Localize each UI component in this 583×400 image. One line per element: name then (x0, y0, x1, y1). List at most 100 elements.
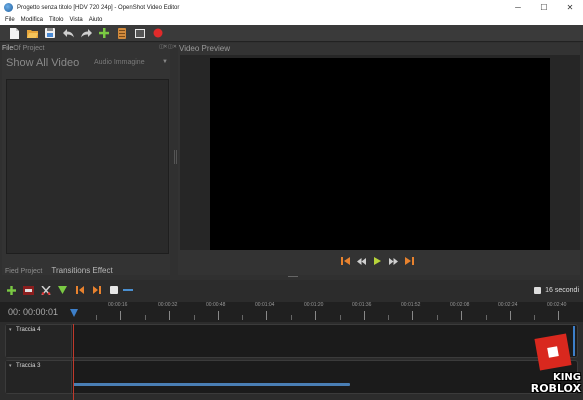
ruler-tick-label: 00:02:40 (547, 302, 567, 308)
center-playhead-icon[interactable] (108, 285, 119, 296)
left-panel-tabs: Fied Project Transitions Effect (2, 261, 119, 275)
panel-float-close-icon[interactable]: ◫✕ (168, 44, 177, 50)
play-icon[interactable] (372, 256, 382, 266)
files-panel-subtitle: Of Project (13, 44, 45, 52)
menu-aiuto[interactable]: Aiuto (89, 17, 103, 23)
video-preview-panel: ◫✕ Video Preview (168, 43, 580, 275)
timeline-scrollbar[interactable] (73, 383, 350, 386)
new-project-icon[interactable] (8, 27, 20, 39)
openshot-logo-icon (4, 3, 13, 12)
ruler-tick (412, 311, 413, 320)
chevron-down-icon[interactable]: ▼ (162, 59, 168, 65)
track-name: Traccia 4 (16, 327, 41, 333)
ruler-tick-label: 00:02:24 (498, 302, 518, 308)
ruler-tick-label: 00:00:48 (206, 302, 226, 308)
next-marker-icon[interactable] (91, 285, 102, 296)
filter-show-all[interactable]: Show All Video (6, 57, 79, 69)
menu-file[interactable]: File (5, 17, 15, 23)
main-toolbar (0, 25, 583, 42)
zoom-checkbox[interactable] (534, 287, 542, 294)
undo-icon[interactable] (62, 27, 74, 39)
timeline-toolbar: 16 secondi (0, 282, 583, 298)
export-video-icon[interactable] (152, 27, 164, 39)
jump-start-icon[interactable] (340, 256, 350, 266)
timecode-display: 00: 00:00:01 (8, 307, 59, 317)
zoom-slider[interactable] (123, 289, 133, 291)
timeline-panel: 16 secondi 00: 00:00:01 00:00:16 00:00:3… (0, 280, 583, 400)
open-project-icon[interactable] (26, 27, 38, 39)
ruler-tick-label: 00:01:36 (352, 302, 372, 308)
ruler-minor-tick (194, 315, 195, 320)
files-panel-header: FileOf Project ◫✕ (2, 43, 170, 53)
ruler-minor-tick (145, 315, 146, 320)
files-list-area[interactable] (6, 79, 169, 254)
ruler-tick (558, 311, 559, 320)
files-panel-title: File (2, 44, 14, 52)
watermark-line2: ROBLOX (530, 382, 581, 395)
ruler-minor-tick (437, 315, 438, 320)
menu-bar: File Modifica Titolo Vista Aiuto (0, 15, 583, 25)
ruler-tick (120, 311, 121, 320)
choose-profile-icon[interactable] (116, 27, 128, 39)
ruler-minor-tick (534, 315, 535, 320)
ruler-tick-label: 00:00:16 (108, 302, 128, 308)
timeline-ruler[interactable]: 00: 00:00:01 00:00:16 00:00:32 00:00:48 … (0, 302, 583, 322)
tab-project-files[interactable]: Fied Project (2, 268, 45, 275)
fullscreen-icon[interactable] (134, 27, 146, 39)
zoom-label: 16 secondi (545, 287, 579, 294)
minimize-button[interactable]: ─ (505, 0, 531, 15)
menu-titolo[interactable]: Titolo (49, 17, 63, 23)
track-menu-icon[interactable]: ▾ (9, 327, 12, 333)
maximize-button[interactable]: ☐ (531, 0, 557, 15)
redo-icon[interactable] (80, 27, 92, 39)
add-marker-icon[interactable] (57, 285, 68, 296)
close-button[interactable]: ✕ (557, 0, 583, 15)
jump-end-icon[interactable] (404, 256, 414, 266)
ruler-tick-label: 00:01:20 (304, 302, 324, 308)
playback-controls (340, 255, 420, 267)
menu-modifica[interactable]: Modifica (21, 17, 43, 23)
save-project-icon[interactable] (44, 27, 56, 39)
snapping-icon[interactable] (23, 285, 34, 296)
track-header[interactable]: ▾ Traccia 4 (6, 325, 72, 357)
track-menu-icon[interactable]: ▾ (9, 363, 12, 369)
files-filter-row: Show All Video Audio Immagine ▼ (2, 53, 170, 73)
vertical-splitter-handle[interactable] (174, 150, 177, 164)
ruler-minor-tick (340, 315, 341, 320)
openshot-window: Progetto senza titolo [HDV 720 24p] - Op… (0, 0, 583, 400)
track-name: Traccia 3 (16, 363, 41, 369)
playhead-handle[interactable] (70, 309, 78, 317)
project-files-panel: FileOf Project ◫✕ Show All Video Audio I… (2, 43, 170, 275)
import-files-icon[interactable] (98, 27, 110, 39)
ruler-tick (169, 311, 170, 320)
tab-transitions-effects[interactable]: Transitions Effect (48, 266, 115, 275)
ruler-minor-tick (96, 315, 97, 320)
preview-panel-header: ◫✕ Video Preview (168, 43, 580, 53)
previous-marker-icon[interactable] (74, 285, 85, 296)
fast-forward-icon[interactable] (388, 256, 398, 266)
window-controls: ─ ☐ ✕ (505, 0, 583, 15)
ruler-tick (315, 311, 316, 320)
roblox-logo-icon (534, 333, 572, 371)
filter-audio-image[interactable]: Audio Immagine (94, 59, 145, 66)
ruler-tick-label: 00:01:52 (401, 302, 421, 308)
ruler-minor-tick (291, 315, 292, 320)
playhead-line[interactable] (73, 324, 74, 400)
track-header[interactable]: ▾ Traccia 3 (6, 361, 72, 393)
horizontal-splitter-handle[interactable] (288, 276, 298, 278)
ruler-tick (510, 311, 511, 320)
ruler-tick (218, 311, 219, 320)
video-screen[interactable] (210, 58, 550, 250)
king-roblox-watermark: KING ROBLOX (511, 333, 581, 398)
ruler-tick-label: 00:02:08 (450, 302, 470, 308)
ruler-tick (266, 311, 267, 320)
timeline-track[interactable]: ▾ Traccia 3 (5, 360, 578, 394)
ruler-tick (364, 311, 365, 320)
menu-vista[interactable]: Vista (69, 17, 82, 23)
timeline-track[interactable]: ▾ Traccia 4 (5, 324, 578, 358)
add-track-icon[interactable] (6, 285, 17, 296)
preview-panel-title: Video Preview (179, 43, 230, 53)
panel-float-close-icon[interactable]: ◫✕ (159, 44, 167, 50)
razor-icon[interactable] (40, 285, 51, 296)
rewind-icon[interactable] (356, 256, 366, 266)
